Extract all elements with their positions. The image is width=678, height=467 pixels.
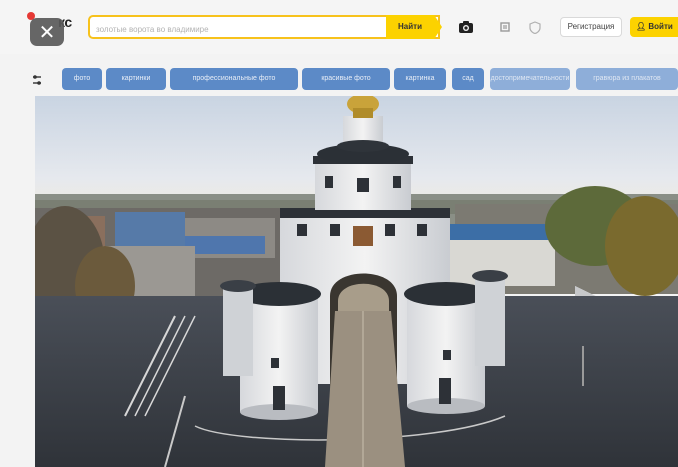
close-icon: ✕ — [38, 20, 56, 44]
tag-chip[interactable]: достопримечательности — [490, 68, 570, 90]
shield-button[interactable] — [525, 18, 545, 36]
tag-chip[interactable]: картинки — [106, 68, 166, 90]
filter-icon — [33, 75, 41, 85]
tag-chip[interactable]: фото — [62, 68, 102, 90]
search-input[interactable] — [90, 19, 380, 40]
tag-chip[interactable]: профессиональные фото — [170, 68, 298, 90]
tag-chip[interactable]: картинка — [394, 68, 446, 90]
shield-icon — [529, 20, 541, 34]
camera-icon — [459, 21, 473, 33]
collections-icon — [500, 22, 510, 32]
collections-button[interactable] — [495, 18, 515, 36]
related-tags: фото картинки профессиональные фото крас… — [0, 68, 678, 90]
image-viewer-page: кс ✕ Найти — [0, 0, 678, 467]
user-icon: 👤︎ — [636, 22, 647, 31]
search-button[interactable]: Найти — [386, 15, 442, 39]
tag-chip[interactable]: сад — [452, 68, 484, 90]
register-button[interactable]: Регистрация — [560, 17, 622, 37]
camera-search-button[interactable] — [456, 18, 476, 36]
login-button[interactable]: 👤︎ Войти — [630, 17, 678, 37]
main-photo[interactable] — [35, 96, 678, 467]
filter-button[interactable] — [30, 72, 46, 86]
login-label: Войти — [648, 22, 673, 31]
close-button[interactable]: ✕ — [30, 18, 64, 46]
tag-chip[interactable]: гравюра из плакатов — [576, 68, 678, 90]
tag-chip[interactable]: красивые фото — [302, 68, 390, 90]
header: кс ✕ Найти — [0, 0, 678, 54]
